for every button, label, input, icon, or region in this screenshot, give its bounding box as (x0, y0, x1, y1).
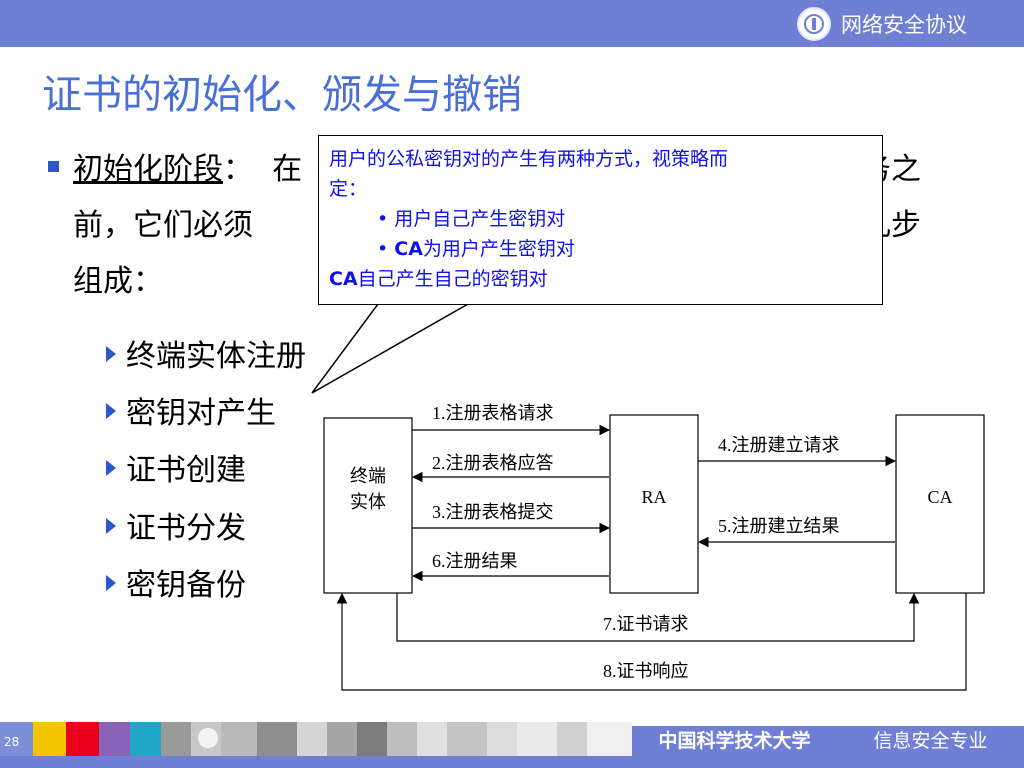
callout-line-2: 定： (329, 178, 368, 200)
decorative-photo-tile (257, 722, 297, 756)
callout-line-5: CA自己产生自己的密钥对 (329, 268, 548, 290)
decorative-photo-tile (517, 722, 557, 756)
color-swatch (130, 722, 161, 756)
callout-box: 用户的公私密钥对的产生有两种方式，视策略而 定： • 用户自己产生密钥对 • C… (318, 135, 883, 305)
decorative-photo-tile (191, 722, 221, 756)
decorative-photo-tile (487, 722, 517, 756)
callout-line-1: 用户的公私密钥对的产生有两种方式，视策略而 (329, 148, 729, 170)
arrow-label-3: 3.注册表格提交 (432, 502, 554, 522)
decorative-photo-tile (417, 722, 447, 756)
registration-flow-diagram: 终端 实体 RA CA 1.注册表格请求 2.注册表格应答 3.注册表格提交 6… (311, 303, 985, 691)
decorative-photo-tile (587, 722, 632, 756)
callout-item-2: • CA为用户产生密钥对 (377, 238, 575, 260)
callout-pointer (311, 303, 471, 394)
university-name: 中国科学技术大学 (632, 726, 837, 756)
decorative-photo-tile (357, 722, 387, 756)
decorative-photo-tile (161, 722, 191, 756)
major-name: 信息安全专业 (837, 726, 1024, 756)
decorative-photo-tile (447, 722, 487, 756)
color-swatch (33, 722, 66, 756)
arrow-label-5: 5.注册建立结果 (718, 516, 840, 536)
arrow-label-6: 6.注册结果 (432, 551, 518, 571)
bottom-strip (0, 756, 1024, 768)
decorative-photo-tile (557, 722, 587, 756)
end-entity-label-2: 实体 (350, 492, 386, 512)
callout-item-1: • 用户自己产生密钥对 (377, 208, 566, 230)
decorative-photo-tile (387, 722, 417, 756)
ca-label: CA (927, 487, 952, 507)
arrow-label-2: 2.注册表格应答 (432, 453, 554, 473)
arrow-label-1: 1.注册表格请求 (432, 403, 554, 423)
end-entity-label-1: 终端 (350, 466, 386, 486)
color-swatch (99, 722, 130, 756)
arrow-label-7: 7.证书请求 (603, 614, 689, 634)
decorative-photo-tile (221, 722, 257, 756)
arrow-label-4: 4.注册建立请求 (718, 435, 840, 455)
decorative-photo-tile (297, 722, 327, 756)
decorative-photo-tile (327, 722, 357, 756)
color-swatch (66, 722, 99, 756)
ra-label: RA (641, 487, 666, 507)
arrow-label-8: 8.证书响应 (603, 661, 689, 681)
page-number: 28 (4, 735, 20, 749)
